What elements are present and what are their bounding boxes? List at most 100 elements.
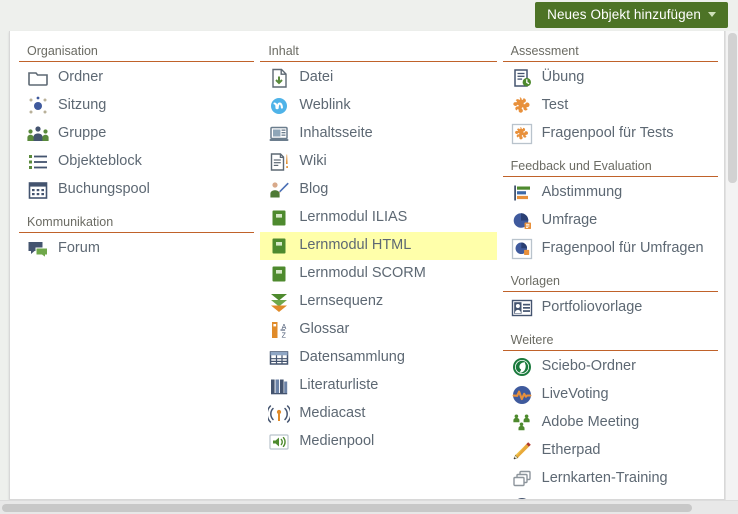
dropdown-column-inhalt: Inhalt Datei Weblink Inhaltsseite Wiki Blog Le… bbox=[260, 31, 502, 499]
menu-item-lernmodul-html[interactable]: Lernmodul HTML bbox=[260, 232, 497, 260]
section-header-inhalt: Inhalt bbox=[260, 31, 497, 62]
menu-item-label: Glossar bbox=[299, 321, 350, 338]
menu-item-forum[interactable]: Forum bbox=[19, 235, 254, 263]
flashcards-icon bbox=[511, 468, 533, 490]
menu-item-label: Fragenpool für Tests bbox=[541, 125, 674, 142]
adobe-meeting-icon bbox=[511, 412, 533, 434]
learning-module-icon bbox=[268, 235, 290, 257]
menu-item-weblink[interactable]: Weblink bbox=[260, 92, 496, 120]
dropdown-column-assessment: Assessment Übung Test Fragenpool für Tests F… bbox=[502, 31, 724, 499]
menu-item-label: Test bbox=[541, 97, 569, 114]
weblink-globe-icon bbox=[268, 95, 290, 117]
vertical-scrollbar[interactable] bbox=[725, 31, 738, 500]
survey-pie-icon bbox=[511, 210, 533, 232]
menu-item-glossar[interactable]: A Z Glossar bbox=[260, 316, 496, 344]
menu-item-label: Sitzung bbox=[58, 97, 107, 114]
menu-item-umfrage[interactable]: Umfrage bbox=[503, 207, 718, 235]
menu-item-label: Medienpool bbox=[299, 433, 375, 450]
add-new-object-button[interactable]: Neues Objekt hinzufügen bbox=[535, 2, 728, 28]
horizontal-scrollbar[interactable] bbox=[0, 500, 738, 514]
menu-item-label: Umfrage bbox=[541, 212, 598, 229]
learning-module-icon bbox=[268, 207, 290, 229]
menu-item-label: Lernkarten-Training bbox=[541, 470, 668, 487]
dropdown-column-organisation: Organisation Ordner Sitzung Gruppe Objektebl… bbox=[10, 31, 260, 499]
content-page-icon bbox=[268, 123, 290, 145]
menu-item-label: Objekteblock bbox=[58, 153, 142, 170]
booking-pool-calendar-icon bbox=[27, 179, 49, 201]
menu-item-fragenpool-f-r-tests[interactable]: Fragenpool für Tests bbox=[503, 120, 718, 148]
group-icon bbox=[27, 123, 49, 145]
section-header-vorlagen: Vorlagen bbox=[502, 263, 718, 292]
svg-text:Z: Z bbox=[282, 333, 287, 340]
menu-item-abstimmung[interactable]: Abstimmung bbox=[503, 179, 718, 207]
menu-item-datei[interactable]: Datei bbox=[260, 64, 496, 92]
menu-item-test[interactable]: Test bbox=[503, 92, 718, 120]
dropdown-columns: Organisation Ordner Sitzung Gruppe Objektebl… bbox=[10, 31, 724, 499]
menu-item-label: Literaturliste bbox=[299, 377, 379, 394]
menu-item-label: Übung bbox=[541, 69, 585, 86]
section-header-kommunikation: Kommunikation bbox=[19, 204, 255, 233]
menu-item-ordner[interactable]: Ordner bbox=[19, 64, 254, 92]
session-icon bbox=[27, 95, 49, 117]
new-object-dropdown-panel: Organisation Ordner Sitzung Gruppe Objektebl… bbox=[9, 31, 725, 500]
menu-item-adobe-meeting[interactable]: Adobe Meeting bbox=[503, 409, 718, 437]
menu-item-lernmodul-scorm[interactable]: Lernmodul SCORM bbox=[260, 260, 496, 288]
menu-item-label: Wiki bbox=[299, 153, 327, 170]
test-puzzle-icon bbox=[511, 95, 533, 117]
section-header-assessment: Assessment bbox=[502, 31, 718, 62]
question-pool-tests-icon bbox=[511, 123, 533, 145]
menu-item-sitzung[interactable]: Sitzung bbox=[19, 92, 254, 120]
learning-sequence-icon bbox=[268, 291, 290, 313]
exercise-icon bbox=[511, 67, 533, 89]
menu-item-portfoliovorlage[interactable]: Portfoliovorlage bbox=[503, 294, 718, 322]
section-header-organisation: Organisation bbox=[19, 31, 255, 62]
menu-item-lernkarten-training[interactable]: Lernkarten-Training bbox=[503, 465, 718, 493]
menu-item-inhaltsseite[interactable]: Inhaltsseite bbox=[260, 120, 496, 148]
data-collection-table-icon bbox=[268, 347, 290, 369]
folder-icon bbox=[27, 67, 49, 89]
menu-item-label: Fragenpool für Umfragen bbox=[541, 240, 704, 257]
question-pool-surveys-icon bbox=[511, 238, 533, 260]
vertical-scrollbar-thumb[interactable] bbox=[728, 33, 737, 183]
menu-item-mediacast[interactable]: Mediacast bbox=[260, 400, 496, 428]
menu-item-livevoting[interactable]: LiveVoting bbox=[503, 381, 718, 409]
menu-item-fragenpool-f-r-umfragen[interactable]: Fragenpool für Umfragen bbox=[503, 235, 718, 263]
sciebo-icon bbox=[511, 356, 533, 378]
horizontal-scrollbar-thumb[interactable] bbox=[2, 504, 692, 512]
menu-item-sciebo-ordner[interactable]: Sciebo-Ordner bbox=[503, 353, 718, 381]
screen: Neues Objekt hinzufügen Organisation Ordn… bbox=[0, 0, 738, 514]
learning-module-icon bbox=[268, 263, 290, 285]
menu-item-label: Lernsequenz bbox=[299, 293, 384, 310]
menu-item-label: Lernmodul SCORM bbox=[299, 265, 426, 282]
toolbar: Neues Objekt hinzufügen bbox=[0, 0, 738, 31]
menu-item-label: Buchungspool bbox=[58, 181, 150, 198]
menu-item-objekteblock[interactable]: Objekteblock bbox=[19, 148, 254, 176]
menu-item-label: Lernmodul ILIAS bbox=[299, 209, 408, 226]
menu-item-medienpool[interactable]: Medienpool bbox=[260, 428, 496, 456]
forum-icon bbox=[27, 238, 49, 260]
menu-item-lernsequenz[interactable]: Lernsequenz bbox=[260, 288, 496, 316]
section-header-feedback-und-evaluation: Feedback und Evaluation bbox=[502, 148, 718, 177]
menu-item-literaturliste[interactable]: Literaturliste bbox=[260, 372, 496, 400]
menu-item-gruppe[interactable]: Gruppe bbox=[19, 120, 254, 148]
blog-icon bbox=[268, 179, 290, 201]
menu-item-label: Blog bbox=[299, 181, 329, 198]
object-block-icon bbox=[27, 151, 49, 173]
menu-item-label: Etherpad bbox=[541, 442, 601, 459]
menu-item-blog[interactable]: Blog bbox=[260, 176, 496, 204]
menu-item-label: Abstimmung bbox=[541, 184, 623, 201]
menu-item-datensammlung[interactable]: Datensammlung bbox=[260, 344, 496, 372]
mediacast-broadcast-icon bbox=[266, 403, 292, 425]
portfolio-template-icon bbox=[511, 297, 533, 319]
menu-item-wiki[interactable]: Wiki bbox=[260, 148, 496, 176]
section-header-weitere: Weitere bbox=[502, 322, 718, 351]
menu-item-label: Portfoliovorlage bbox=[541, 299, 643, 316]
menu-item-label: Lernmodul HTML bbox=[299, 237, 412, 254]
menu-item-etherpad[interactable]: Etherpad bbox=[503, 437, 718, 465]
menu-item-lernmodul-ilias[interactable]: Lernmodul ILIAS bbox=[260, 204, 496, 232]
menu-item-video[interactable]: Video bbox=[503, 493, 718, 499]
menu-item-buchungspool[interactable]: Buchungspool bbox=[19, 176, 254, 204]
menu-item--bung[interactable]: Übung bbox=[503, 64, 718, 92]
menu-item-label: Weblink bbox=[299, 97, 351, 114]
menu-item-label: Adobe Meeting bbox=[541, 414, 640, 431]
